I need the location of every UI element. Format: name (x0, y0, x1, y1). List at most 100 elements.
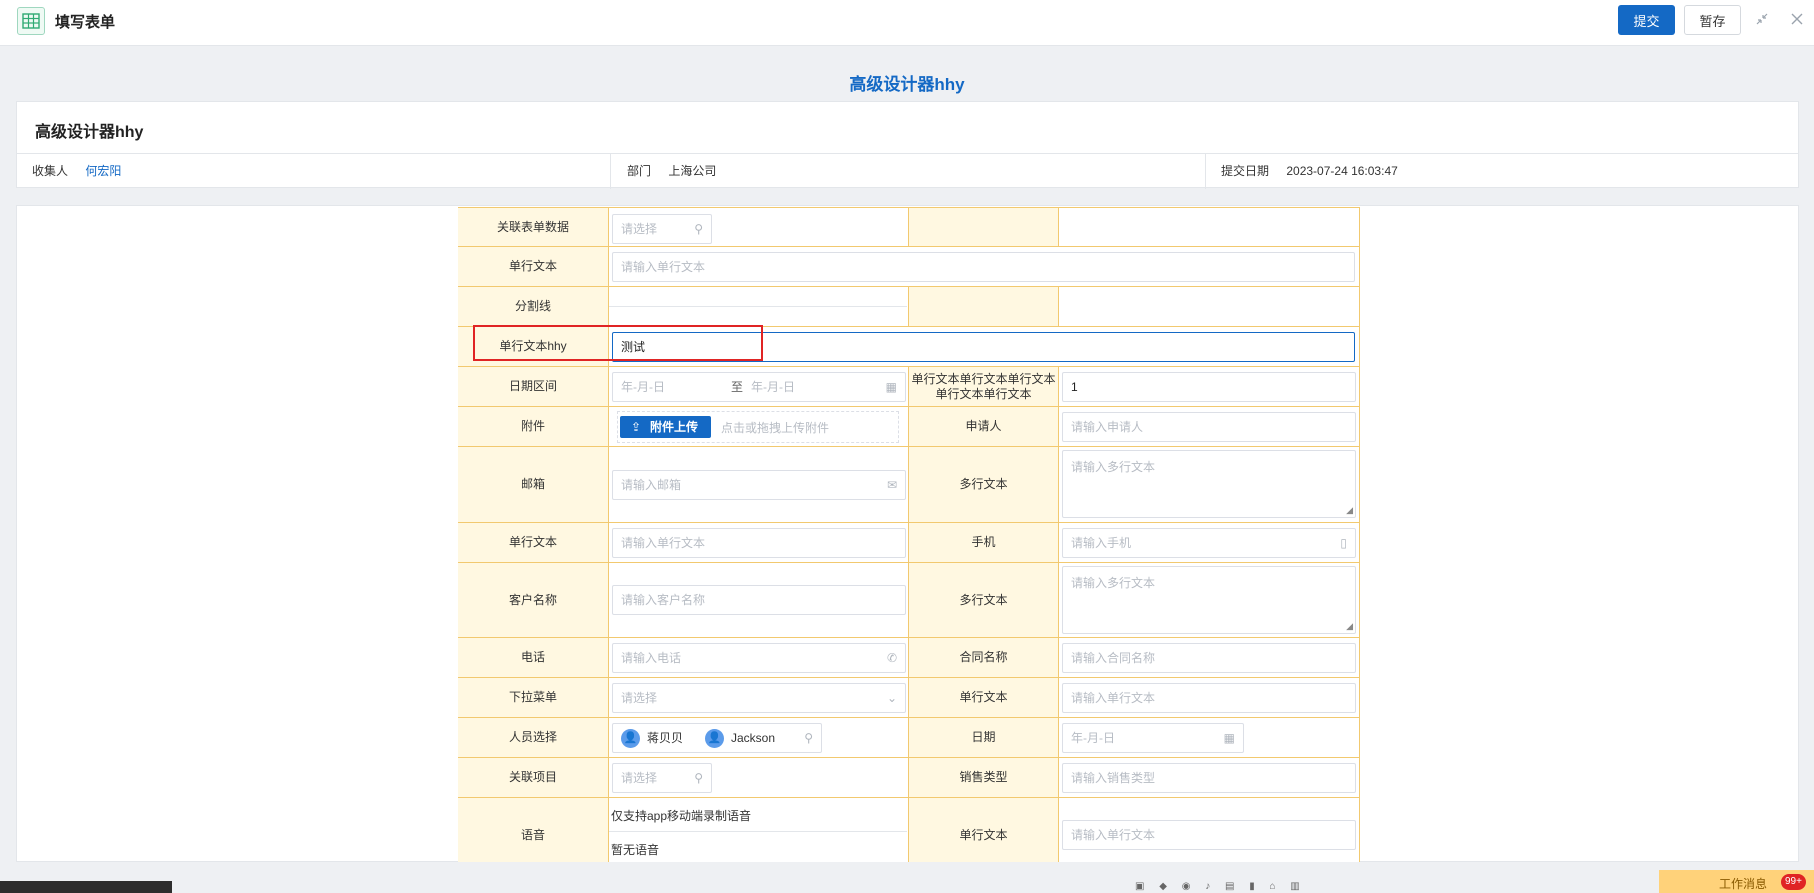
field-cell: 👤 蒋贝贝 👤 Jackson ⚲ (609, 718, 909, 758)
form-title: 高级设计器hhy (849, 75, 965, 94)
highlight-box (473, 325, 763, 361)
voice-empty: 暂无语音 (611, 843, 660, 857)
phone-input[interactable]: 请输入电话 ✆ (612, 643, 906, 673)
form-row: 单行文本 请输入单行文本 手机 请输入手机 ▯ (458, 523, 1360, 563)
upload-icon: ⇪ (631, 420, 642, 434)
field-cell: 请输入单行文本 (1059, 798, 1360, 862)
voice-note: 仅支持app移动端录制语音 (611, 809, 752, 823)
field-label: 多行文本 (909, 447, 1059, 523)
field-label: 手机 (909, 523, 1059, 563)
save-draft-button[interactable]: 暂存 (1684, 5, 1741, 35)
form-row: 邮箱 请输入邮箱 ✉ 多行文本 请输入多行文本 ◢ (458, 447, 1360, 523)
field-cell: 仅支持app移动端录制语音 暂无语音 (609, 798, 909, 862)
field-label-empty (909, 208, 1059, 247)
field-cell: 请输入合同名称 (1059, 638, 1360, 678)
upload-button[interactable]: ⇪ 附件上传 (620, 416, 711, 438)
card-title: 高级设计器hhy (35, 124, 144, 141)
field-cell: 年-月-日 至 年-月-日 ▦ (609, 367, 909, 407)
window-title: 填写表单 (55, 14, 116, 31)
mobile-input[interactable]: 请输入手机 ▯ (1062, 528, 1356, 558)
multiline-textarea[interactable]: 请输入多行文本 ◢ (1062, 450, 1356, 518)
dropdown-select[interactable]: 请选择 ⌄ (612, 683, 906, 713)
multiline-textarea[interactable]: 请输入多行文本 ◢ (1062, 566, 1356, 634)
divider-line (609, 831, 907, 832)
form-row: 客户名称 请输入客户名称 多行文本 请输入多行文本 ◢ (458, 563, 1360, 638)
field-label: 人员选择 (458, 718, 609, 758)
date-range-picker[interactable]: 年-月-日 至 年-月-日 ▦ (612, 372, 906, 402)
form-row: 附件 ⇪ 附件上传 点击或拖拽上传附件 申请人 请输入申请人 (458, 407, 1360, 447)
field-label: 单行文本 (458, 247, 609, 287)
field-cell: 请输入单行文本 (609, 523, 909, 563)
field-label: 分割线 (458, 287, 609, 327)
system-tray-icons: ▣ ◆ ◉ ♪ ▤ ▮ ⌂ ▥ (1135, 881, 1306, 892)
field-label: 客户名称 (458, 563, 609, 638)
field-cell: 请输入多行文本 ◢ (1059, 563, 1360, 638)
field-cell: 1 (1059, 367, 1360, 407)
contract-input[interactable]: 请输入合同名称 (1062, 643, 1356, 673)
field-cell: 请输入单行文本 (609, 247, 1360, 287)
field-label: 单行文本 (458, 523, 609, 563)
submit-button[interactable]: 提交 (1618, 5, 1675, 35)
date-picker[interactable]: 年-月-日 ▦ (1062, 723, 1244, 753)
selected-person[interactable]: 👤 Jackson (705, 727, 775, 749)
single-text-input[interactable]: 请输入单行文本 (1062, 820, 1356, 850)
search-icon: ⚲ (804, 731, 813, 745)
date-separator: 至 (731, 380, 744, 394)
field-label: 单行文本 (909, 678, 1059, 718)
chevron-down-icon: ⌄ (886, 691, 897, 705)
field-cell (609, 287, 909, 327)
field-label: 附件 (458, 407, 609, 447)
field-cell (1059, 208, 1360, 247)
collector-value[interactable]: 何宏阳 (85, 164, 121, 178)
field-label: 电话 (458, 638, 609, 678)
work-notice[interactable]: 工作消息 99+ (1659, 870, 1814, 893)
form-grid: 关联表单数据 请选择 ⚲ 单行文本 请输入单行文本 分割线 单行文本hhy 测试 … (458, 207, 1360, 862)
field-label: 合同名称 (909, 638, 1059, 678)
field-label: 日期 (909, 718, 1059, 758)
calendar-icon: ▦ (885, 380, 897, 394)
field-label: 关联表单数据 (458, 208, 609, 247)
calendar-icon: ▦ (1223, 731, 1235, 745)
people-selector[interactable]: 👤 蒋贝贝 👤 Jackson ⚲ (612, 723, 822, 753)
sales-type-input[interactable]: 请输入销售类型 (1062, 763, 1356, 793)
field-label: 销售类型 (909, 758, 1059, 798)
form-row: 人员选择 👤 蒋贝贝 👤 Jackson ⚲ 日期 年-月-日 ▦ (458, 718, 1360, 758)
project-select[interactable]: 请选择 ⚲ (612, 763, 712, 793)
resize-grip-icon: ◢ (1346, 621, 1353, 631)
search-icon: ⚲ (694, 771, 703, 785)
info-row: 收集人 何宏阳 部门 上海公司 提交日期 2023-07-24 16:03:47 (17, 153, 1798, 189)
single-text-input[interactable]: 请输入单行文本 (612, 528, 906, 558)
avatar: 👤 (705, 729, 724, 748)
submit-date-value: 2023-07-24 16:03:47 (1286, 164, 1398, 178)
field-label: 多行文本 (909, 563, 1059, 638)
mail-icon: ✉ (886, 478, 897, 492)
field-label: 日期区间 (458, 367, 609, 407)
field-cell: 请输入邮箱 ✉ (609, 447, 909, 523)
taskbar-strip (0, 881, 172, 893)
resize-grip-icon: ◢ (1346, 505, 1353, 515)
date-start: 年-月-日 (621, 380, 665, 394)
single-text-input[interactable]: 请输入单行文本 (612, 252, 1355, 282)
form-row: 单行文本 请输入单行文本 (458, 247, 1360, 287)
applicant-input[interactable]: 请输入申请人 (1062, 412, 1356, 442)
field-cell: 请输入电话 ✆ (609, 638, 909, 678)
field-cell: 请选择 ⚲ (609, 758, 909, 798)
notice-text: 工作消息 (1719, 877, 1768, 891)
minimize-icon[interactable] (1753, 12, 1771, 30)
field-label: 下拉菜单 (458, 678, 609, 718)
form-row: 日期区间 年-月-日 至 年-月-日 ▦ 单行文本单行文本单行文本 单行文本单行文… (458, 367, 1360, 407)
phone-icon: ✆ (886, 651, 897, 665)
long-label-input[interactable]: 1 (1062, 372, 1356, 402)
form-row: 电话 请输入电话 ✆ 合同名称 请输入合同名称 (458, 638, 1360, 678)
single-text-input[interactable]: 请输入单行文本 (1062, 683, 1356, 713)
selected-person[interactable]: 👤 蒋贝贝 (621, 727, 683, 749)
field-cell: 请输入销售类型 (1059, 758, 1360, 798)
field-label: 关联项目 (458, 758, 609, 798)
close-icon[interactable] (1788, 12, 1806, 30)
top-bar: 填写表单 提交 暂存 (0, 0, 1814, 46)
email-input[interactable]: 请输入邮箱 ✉ (612, 470, 906, 500)
collector-label: 收集人 (32, 164, 69, 178)
field-cell: 请输入单行文本 (1059, 678, 1360, 718)
related-form-select[interactable]: 请选择 ⚲ (612, 214, 712, 244)
customer-input[interactable]: 请输入客户名称 (612, 585, 906, 615)
